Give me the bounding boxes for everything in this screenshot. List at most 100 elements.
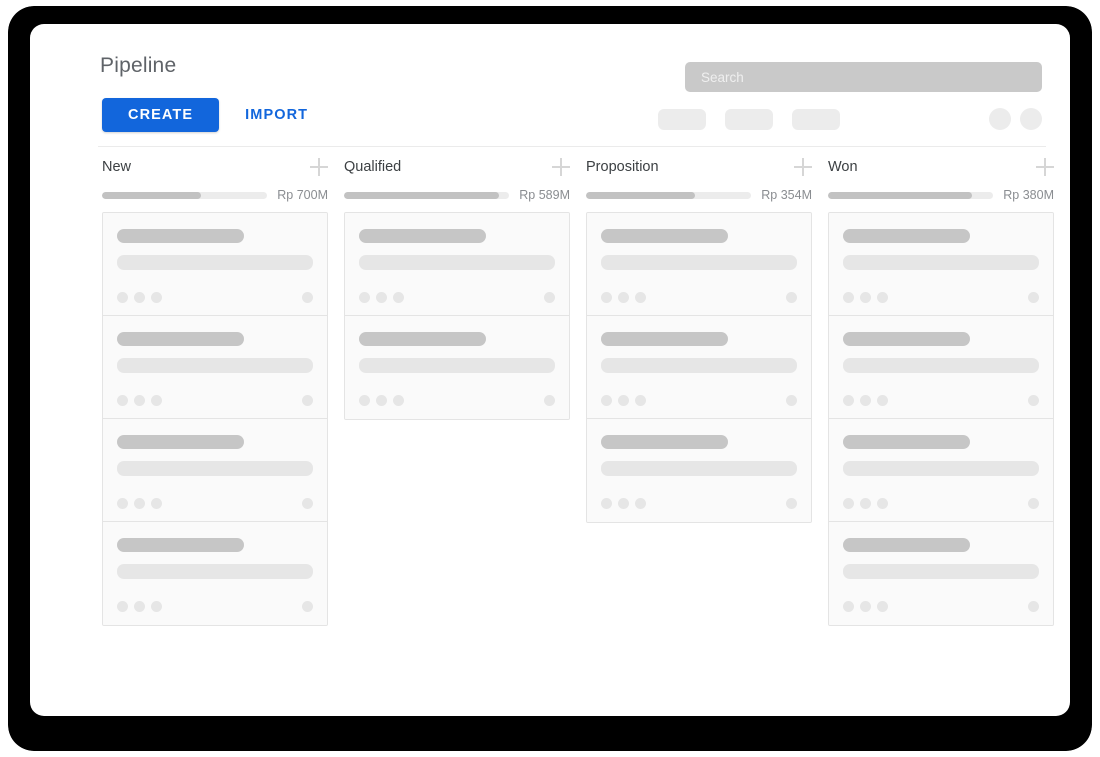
filter-chip[interactable]	[792, 109, 840, 130]
card-tag-dot[interactable]	[860, 292, 871, 303]
deal-card[interactable]	[829, 419, 1053, 522]
card-subtitle-placeholder	[843, 255, 1039, 270]
card-subtitle-placeholder	[843, 564, 1039, 579]
card-footer	[359, 292, 555, 303]
card-subtitle-placeholder	[117, 358, 313, 373]
plus-icon[interactable]	[1036, 158, 1054, 176]
card-tag-dot[interactable]	[618, 292, 629, 303]
card-footer	[117, 395, 313, 406]
card-avatar[interactable]	[1028, 601, 1039, 612]
card-avatar[interactable]	[1028, 395, 1039, 406]
card-footer	[843, 292, 1039, 303]
card-title-placeholder	[843, 229, 970, 243]
deal-card[interactable]	[103, 316, 327, 419]
card-tag-dot[interactable]	[877, 498, 888, 509]
card-tag-dot[interactable]	[134, 601, 145, 612]
card-title-placeholder	[117, 332, 244, 346]
column-header: Won	[824, 150, 1066, 184]
card-tag-dot[interactable]	[635, 498, 646, 509]
card-tag-dot[interactable]	[618, 395, 629, 406]
deal-card[interactable]	[587, 419, 811, 522]
card-tag-dot[interactable]	[117, 395, 128, 406]
filter-chip[interactable]	[658, 109, 706, 130]
card-avatar[interactable]	[786, 498, 797, 509]
card-title-placeholder	[359, 229, 486, 243]
card-tag-dot[interactable]	[134, 498, 145, 509]
card-avatar[interactable]	[544, 292, 555, 303]
card-tag-dot[interactable]	[877, 292, 888, 303]
card-title-placeholder	[843, 332, 970, 346]
plus-icon[interactable]	[794, 158, 812, 176]
card-tag-dot[interactable]	[601, 395, 612, 406]
card-tag-dot[interactable]	[151, 292, 162, 303]
card-tag-dot[interactable]	[860, 395, 871, 406]
card-tag-dot[interactable]	[359, 395, 370, 406]
card-tag-dot[interactable]	[359, 292, 370, 303]
card-tag-dot[interactable]	[877, 601, 888, 612]
deal-card[interactable]	[103, 522, 327, 625]
card-tag-dot[interactable]	[877, 395, 888, 406]
card-tag-dot[interactable]	[601, 292, 612, 303]
card-subtitle-placeholder	[601, 255, 797, 270]
card-tag-dot[interactable]	[635, 395, 646, 406]
card-tag-dot[interactable]	[393, 395, 404, 406]
deal-card[interactable]	[587, 213, 811, 316]
card-tag-dot[interactable]	[151, 498, 162, 509]
progress-track	[828, 192, 993, 199]
card-tag-dot[interactable]	[117, 498, 128, 509]
card-avatar[interactable]	[786, 292, 797, 303]
card-tag-dot[interactable]	[393, 292, 404, 303]
deal-card[interactable]	[103, 213, 327, 316]
card-tag-dot[interactable]	[843, 395, 854, 406]
card-tag-dot[interactable]	[860, 498, 871, 509]
card-avatar[interactable]	[786, 395, 797, 406]
card-tag-dot[interactable]	[843, 601, 854, 612]
card-tag-dot[interactable]	[843, 292, 854, 303]
deal-card[interactable]	[829, 316, 1053, 419]
card-tag-dot[interactable]	[117, 601, 128, 612]
avatar-group	[989, 108, 1042, 130]
card-avatar[interactable]	[1028, 498, 1039, 509]
card-tag-dot[interactable]	[151, 601, 162, 612]
card-tag-group	[601, 292, 646, 303]
card-title-placeholder	[359, 332, 486, 346]
card-tag-dot[interactable]	[843, 498, 854, 509]
card-tag-group	[843, 292, 888, 303]
import-button[interactable]: IMPORT	[235, 98, 318, 132]
deal-card[interactable]	[345, 316, 569, 419]
deal-card[interactable]	[103, 419, 327, 522]
card-tag-dot[interactable]	[134, 292, 145, 303]
card-tag-dot[interactable]	[151, 395, 162, 406]
plus-icon[interactable]	[310, 158, 328, 176]
card-tag-dot[interactable]	[376, 395, 387, 406]
card-avatar[interactable]	[302, 292, 313, 303]
card-tag-dot[interactable]	[601, 498, 612, 509]
card-avatar[interactable]	[302, 395, 313, 406]
deal-card[interactable]	[829, 213, 1053, 316]
create-button[interactable]: CREATE	[102, 98, 219, 132]
avatar[interactable]	[1020, 108, 1042, 130]
card-footer	[601, 395, 797, 406]
card-stack	[828, 212, 1054, 626]
search-input[interactable]	[685, 62, 1042, 92]
card-avatar[interactable]	[544, 395, 555, 406]
deal-card[interactable]	[345, 213, 569, 316]
deal-card[interactable]	[829, 522, 1053, 625]
card-tag-dot[interactable]	[635, 292, 646, 303]
filter-chip-group	[658, 109, 840, 130]
card-avatar[interactable]	[302, 601, 313, 612]
column-title: Proposition	[586, 159, 659, 175]
progress-fill	[102, 192, 201, 199]
plus-icon[interactable]	[552, 158, 570, 176]
card-avatar[interactable]	[1028, 292, 1039, 303]
card-avatar[interactable]	[302, 498, 313, 509]
card-tag-dot[interactable]	[860, 601, 871, 612]
deal-card[interactable]	[587, 316, 811, 419]
card-tag-dot[interactable]	[134, 395, 145, 406]
avatar[interactable]	[989, 108, 1011, 130]
card-tag-dot[interactable]	[117, 292, 128, 303]
filter-chip[interactable]	[725, 109, 773, 130]
card-stack	[586, 212, 812, 523]
card-tag-dot[interactable]	[618, 498, 629, 509]
card-tag-dot[interactable]	[376, 292, 387, 303]
